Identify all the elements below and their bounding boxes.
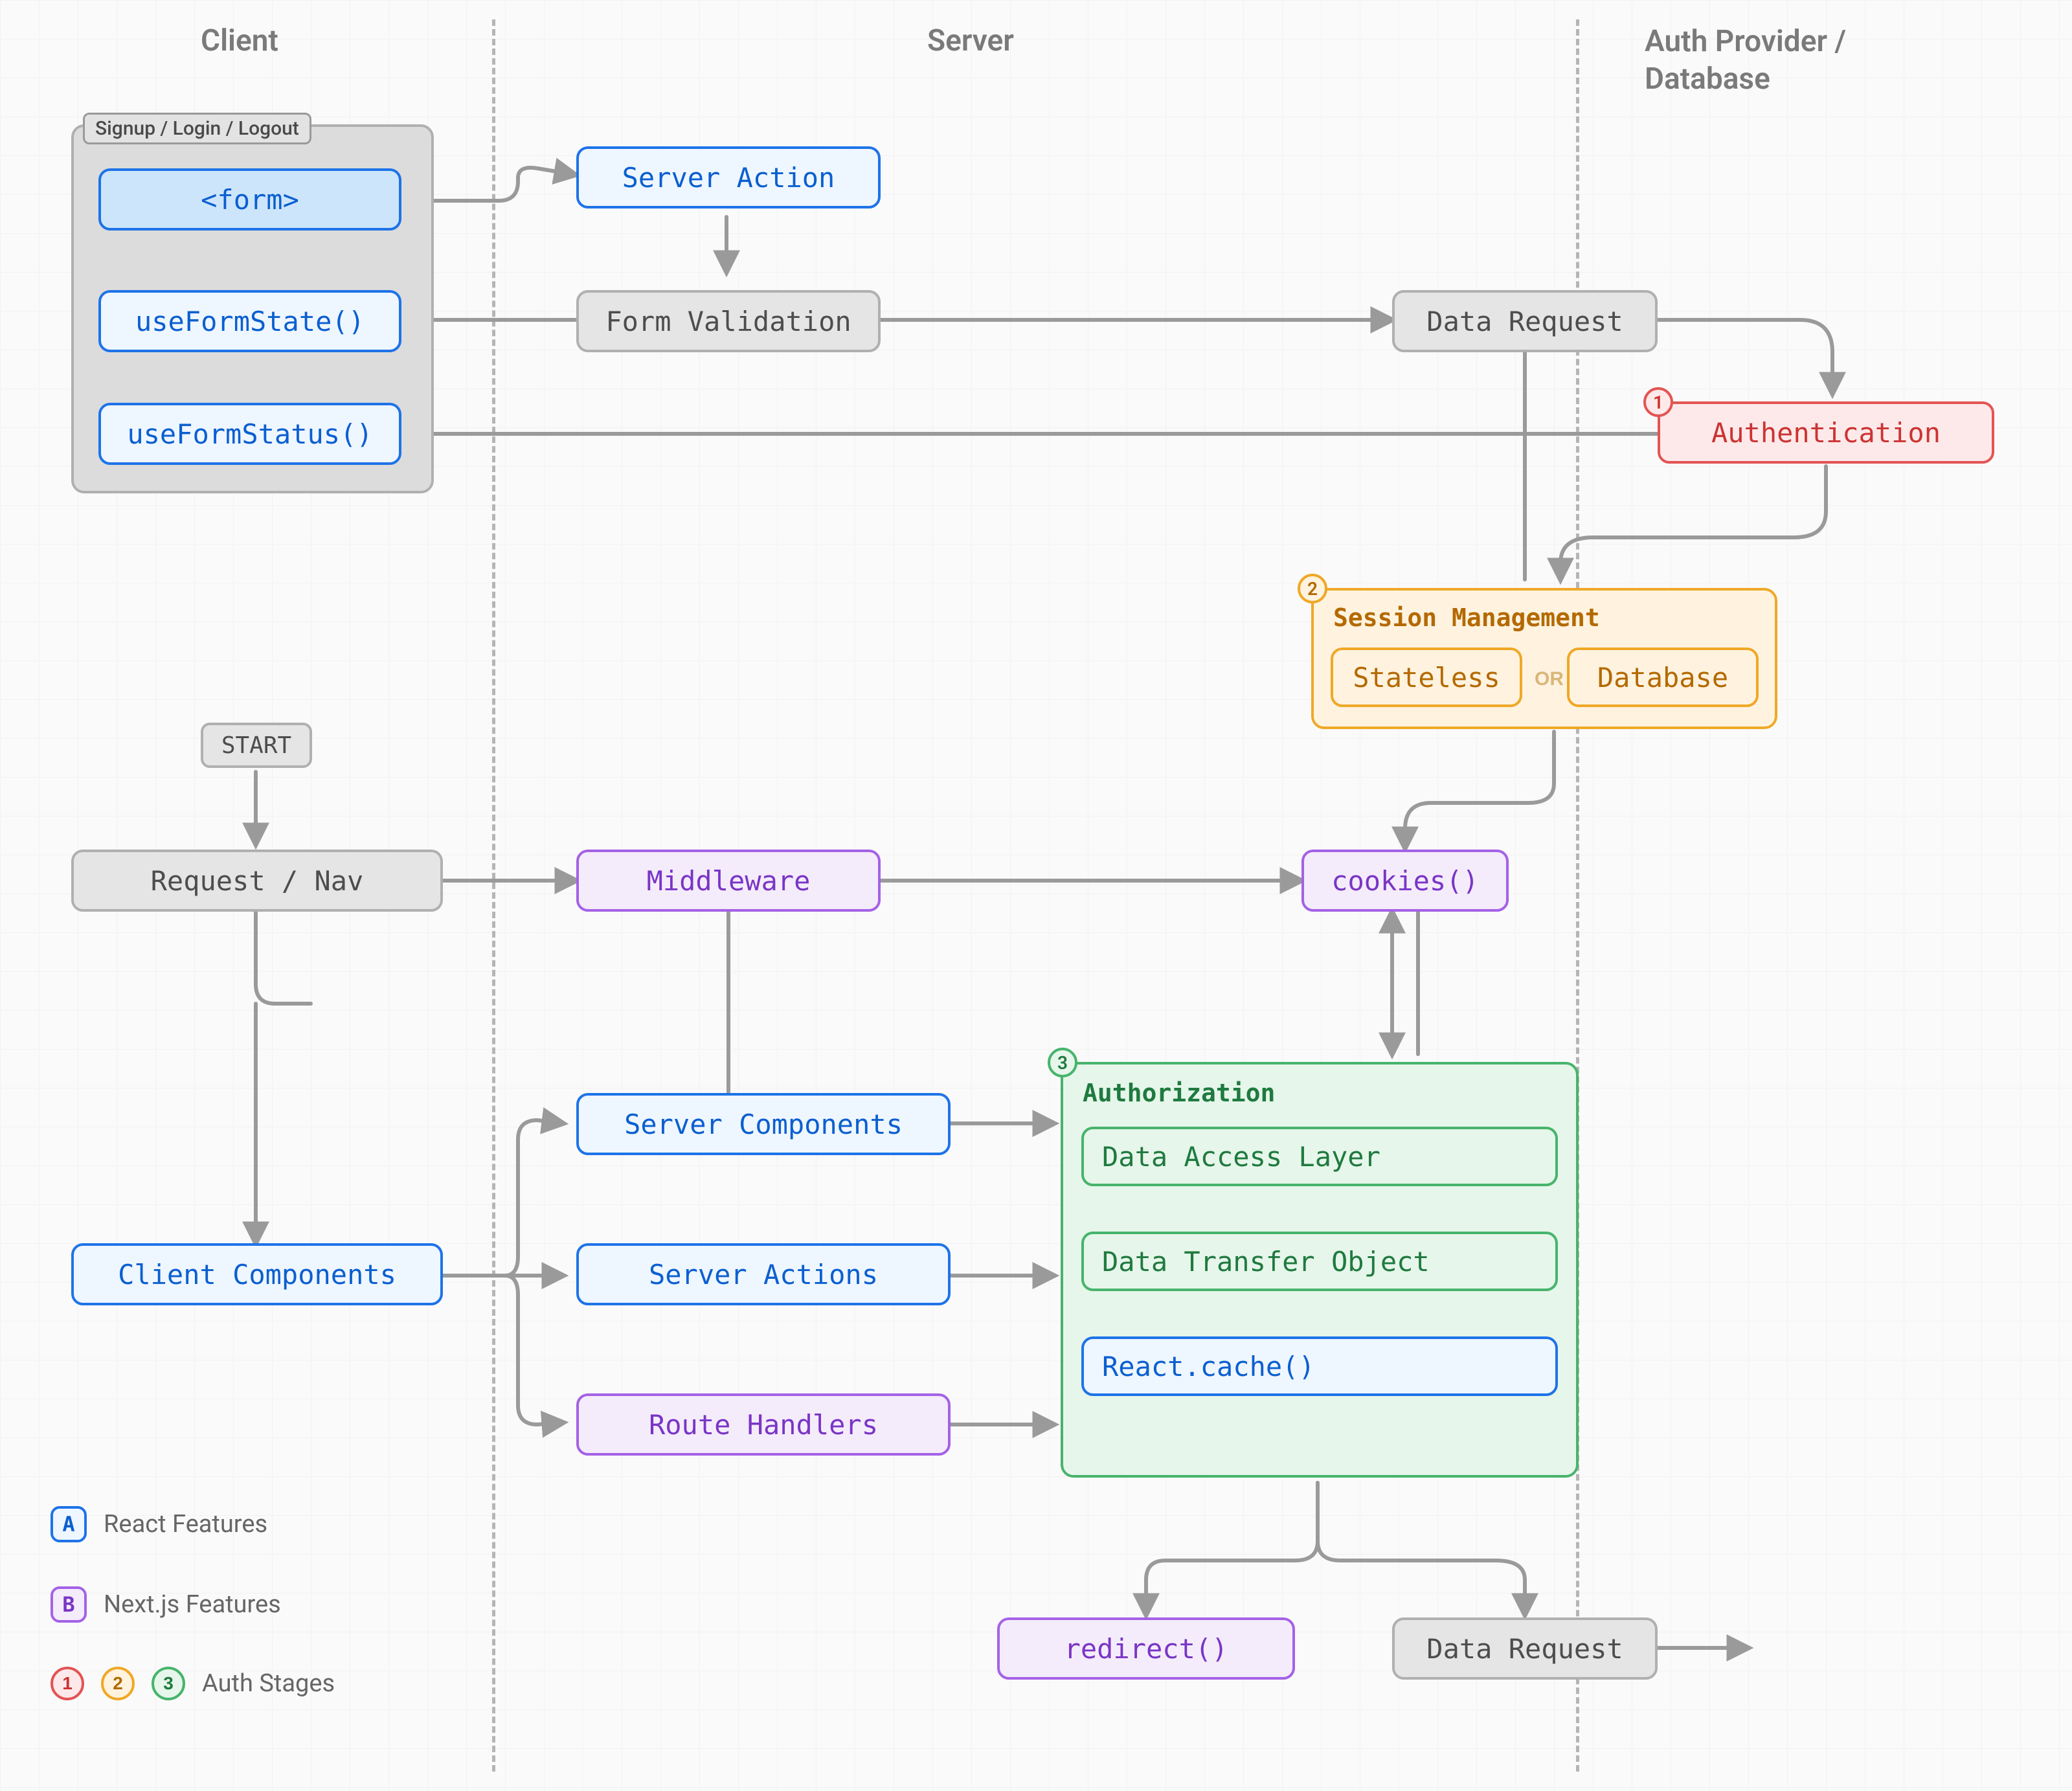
legend-stage-1: 1 <box>51 1667 84 1700</box>
legend-next: B Next.js Features <box>51 1586 281 1623</box>
box-form-validation: Form Validation <box>576 290 881 352</box>
legend-react: A React Features <box>51 1506 267 1542</box>
lane-title-provider: Auth Provider / Database <box>1645 23 1846 98</box>
panel-label: Signup / Login / Logout <box>83 113 311 144</box>
authorization-title: Authorization <box>1083 1079 1275 1107</box>
box-middleware: Middleware <box>576 850 881 912</box>
legend-stage-2: 2 <box>101 1667 135 1700</box>
box-server-actions: Server Actions <box>576 1243 951 1305</box>
box-useformstatus: useFormStatus() <box>98 403 401 465</box>
lane-title-client: Client <box>201 23 278 58</box>
box-data-request-top: Data Request <box>1392 290 1658 352</box>
box-redirect: redirect() <box>997 1617 1295 1680</box>
legend-stages: 1 2 3 Auth Stages <box>51 1667 335 1700</box>
session-mgmt-title: Session Management <box>1333 603 1600 632</box>
badge-2: 2 <box>1298 574 1327 603</box>
legend-react-label: React Features <box>104 1510 267 1538</box>
box-start: START <box>201 723 312 768</box>
box-server-components: Server Components <box>576 1093 951 1155</box>
legend-stages-label: Auth Stages <box>202 1669 335 1698</box>
legend-next-label: Next.js Features <box>104 1590 281 1619</box>
lane-title-server: Server <box>927 23 1014 58</box>
legend-react-swatch: A <box>51 1506 87 1542</box>
box-data-request-bottom: Data Request <box>1392 1617 1658 1680</box>
box-useformstate: useFormState() <box>98 290 401 352</box>
badge-1: 1 <box>1643 387 1673 417</box>
box-server-action: Server Action <box>576 146 881 208</box>
box-route-handlers: Route Handlers <box>576 1393 951 1456</box>
lane-divider-2 <box>1576 19 1579 1772</box>
or-label: OR <box>1535 668 1564 690</box>
lane-divider-1 <box>492 19 495 1772</box>
badge-3: 3 <box>1048 1048 1077 1077</box>
box-dal: Data Access Layer <box>1081 1127 1558 1186</box>
box-react-cache: React.cache() <box>1081 1336 1558 1396</box>
box-authentication: Authentication <box>1658 401 1994 464</box>
box-client-components: Client Components <box>71 1243 443 1305</box>
diagram-stage: Client Server Auth Provider / Database <box>0 0 2072 1791</box>
legend-stage-3: 3 <box>152 1667 185 1700</box>
box-request-nav: Request / Nav <box>71 850 443 912</box>
box-dto: Data Transfer Object <box>1081 1232 1558 1291</box>
box-database: Database <box>1567 648 1759 707</box>
legend-next-swatch: B <box>51 1586 87 1623</box>
box-form: <form> <box>98 168 401 231</box>
box-stateless: Stateless <box>1331 648 1522 707</box>
box-cookies: cookies() <box>1301 850 1509 912</box>
